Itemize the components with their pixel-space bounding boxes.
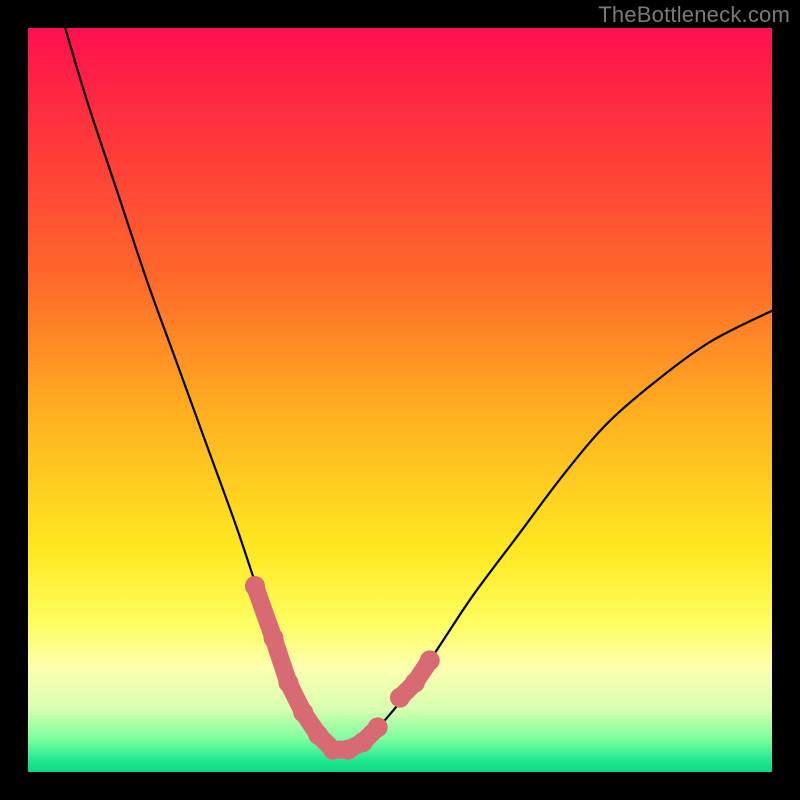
highlight-dot: [293, 702, 313, 722]
highlight-dot: [308, 725, 328, 745]
bottleneck-chart: [28, 28, 772, 772]
highlight-dot: [390, 688, 410, 708]
highlight-dot: [245, 576, 265, 596]
plot-area: [28, 28, 772, 772]
highlight-dot: [353, 732, 373, 752]
outer-frame: TheBottleneck.com: [0, 0, 800, 800]
highlight-dot: [405, 673, 425, 693]
gradient-background: [28, 28, 772, 772]
highlight-dot: [278, 673, 298, 693]
highlight-dot: [420, 650, 440, 670]
highlight-dot: [264, 628, 284, 648]
highlight-dot: [368, 717, 388, 737]
watermark-text: TheBottleneck.com: [598, 2, 790, 28]
